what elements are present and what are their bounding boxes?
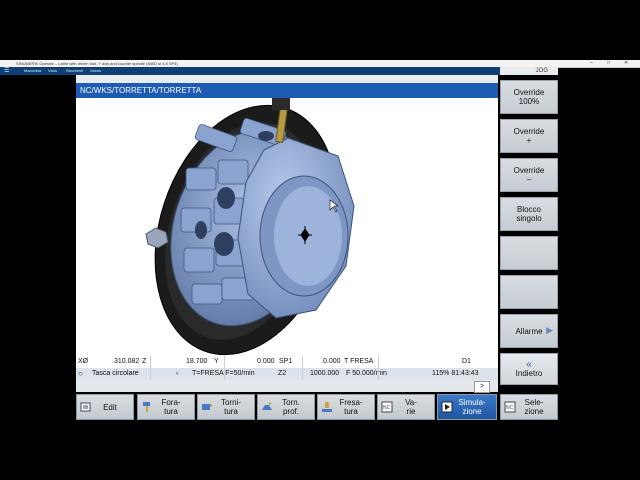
sp-label: SP1: [279, 358, 293, 365]
feed-value: 1000.000: [310, 370, 340, 377]
contour-turning-button[interactable]: Torn. prof.: [257, 394, 315, 420]
program-path: NC/WKS/TORRETTA/TORRETTA: [76, 83, 498, 98]
close-icon[interactable]: ✕: [624, 60, 628, 67]
override-minus-button[interactable]: Override –: [500, 158, 558, 192]
turning-icon: [202, 403, 213, 410]
z-axis-label: Z: [142, 358, 147, 365]
misc-icon: NC: [381, 401, 393, 413]
alarm-button[interactable]: Allarme ▶: [500, 314, 558, 348]
simulation-view[interactable]: [76, 98, 498, 356]
hamburger-menu-icon[interactable]: ☰: [4, 67, 9, 75]
expand-arrow-button[interactable]: >: [474, 381, 490, 393]
x-axis-label: XØ: [78, 358, 89, 365]
vertical-softkey-6[interactable]: [500, 275, 558, 309]
mode-indicator: JOG: [500, 67, 558, 75]
chevron-right-icon: ▶: [546, 325, 553, 335]
window-title: SINUMERIK Operate – Lathe with driven to…: [16, 61, 178, 66]
hmi-header: [76, 75, 498, 83]
command-line: >: [76, 380, 498, 393]
z-value: 18.700: [186, 358, 208, 365]
selection-icon: NC: [504, 401, 516, 413]
menu-item-help[interactable]: Guida: [90, 67, 101, 75]
svg-text:NC: NC: [383, 405, 391, 411]
cycle-name: Tasca circolare: [92, 370, 139, 377]
milling-button[interactable]: Fresa- tura: [317, 394, 375, 420]
simulation-button[interactable]: Simula- zione: [437, 394, 497, 420]
d-label: D1: [462, 358, 471, 365]
milling-icon: [322, 402, 332, 412]
override-time: 115% 81:43:43: [432, 370, 479, 377]
menu-item-machine[interactable]: Macchina: [24, 67, 41, 75]
feed-text: F 50.000/min: [346, 370, 387, 377]
simulation-icon: [441, 401, 453, 413]
tool-name-label: T FRESA: [344, 358, 374, 365]
maximize-icon[interactable]: □: [607, 60, 610, 67]
override-100-button[interactable]: Override 100%: [500, 80, 558, 114]
selection-button[interactable]: NC Sele- zione: [500, 394, 558, 420]
tool-dropdown-icon[interactable]: ▿: [176, 368, 179, 380]
vertical-softkey-5[interactable]: [500, 236, 558, 270]
edit-button[interactable]: Edit: [76, 394, 134, 420]
sp-value: 0.000: [257, 358, 275, 365]
cycle-indicator-icon: ○: [78, 369, 83, 378]
misc-button[interactable]: NC Va- rie: [377, 394, 435, 420]
z2-label: Z2: [278, 370, 287, 377]
menu-bar: ☰ Macchina Vista Strumenti Guida: [0, 67, 500, 75]
t-value: 0.000: [323, 358, 341, 365]
turning-button[interactable]: Torni- tura: [197, 394, 255, 420]
x-value: 310.082: [114, 358, 140, 365]
menu-item-tools[interactable]: Strumenti: [66, 67, 83, 75]
contour-turning-icon: [262, 402, 272, 410]
override-plus-button[interactable]: Override +: [500, 119, 558, 153]
menu-item-view[interactable]: Vista: [48, 67, 57, 75]
double-chevron-left-icon: «: [526, 359, 532, 370]
minimize-icon[interactable]: –: [590, 60, 593, 67]
drill-icon: [143, 402, 150, 412]
edit-icon: [80, 402, 91, 412]
single-block-button[interactable]: Blocco singolo: [500, 197, 558, 231]
drilling-button[interactable]: Fora- tura: [137, 394, 195, 420]
back-button[interactable]: «Indietro: [500, 353, 558, 385]
turret-3d-model: [145, 98, 355, 356]
y-axis-label: Y: [214, 358, 219, 365]
svg-text:NC: NC: [506, 405, 514, 411]
status-panel: XØ 310.082 Z 18.700 Y 0.000 SP1 0.000 T …: [76, 356, 498, 380]
